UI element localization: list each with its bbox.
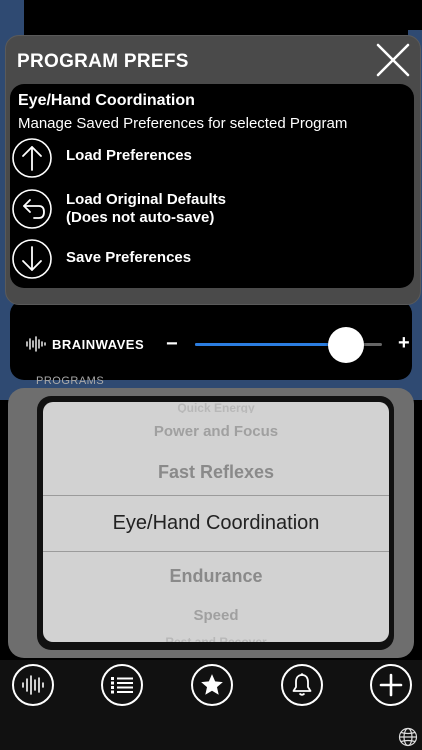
picker-item[interactable]: Speed (43, 607, 389, 624)
option-label: Load Preferences (66, 147, 192, 164)
plus-icon (379, 673, 403, 697)
arrow-up-circle-icon (12, 138, 52, 178)
brainwaves-decrease-button[interactable]: − (166, 333, 178, 356)
modal-title: PROGRAM PREFS (17, 51, 189, 72)
waveform-icon (22, 675, 44, 695)
close-icon[interactable] (374, 41, 412, 79)
card-subtitle: Manage Saved Preferences for selected Pr… (18, 115, 348, 132)
picker-item[interactable]: Power and Focus (43, 423, 389, 440)
picker-item[interactable]: Fast Reflexes (43, 462, 389, 483)
picker-item-selected[interactable]: Eye/Hand Coordination (43, 512, 389, 535)
picker-selection-line-top (43, 495, 389, 496)
picker-item[interactable]: Quick Energy (43, 403, 389, 413)
program-name: Eye/Hand Coordination (18, 92, 195, 109)
load-original-defaults-button[interactable]: Load Original Defaults (Does not auto-sa… (12, 187, 407, 231)
tab-add[interactable] (370, 664, 412, 706)
globe-icon[interactable] (398, 727, 418, 747)
load-preferences-button[interactable]: Load Preferences (12, 136, 407, 180)
arrow-down-circle-icon (12, 239, 52, 279)
list-icon (111, 677, 133, 694)
save-preferences-button[interactable]: Save Preferences (12, 239, 407, 283)
tab-alerts[interactable] (281, 664, 323, 706)
star-icon (201, 674, 223, 695)
tab-waveform[interactable] (12, 664, 54, 706)
picker-item[interactable]: Endurance (43, 566, 389, 587)
option-sublabel: (Does not auto-save) (66, 209, 215, 226)
option-label: Save Preferences (66, 249, 192, 266)
picker-selection-line-bottom (43, 551, 389, 552)
option-label: Load Original Defaults (66, 191, 227, 208)
brainwaves-slider-fill (195, 343, 346, 346)
undo-arrow-circle-icon (12, 189, 52, 229)
brainwaves-increase-button[interactable]: + (398, 332, 410, 355)
bell-icon (292, 673, 312, 696)
tab-list[interactable] (101, 664, 143, 706)
brainwaves-label: BRAINWAVES (52, 337, 145, 352)
tab-favorites[interactable] (191, 664, 233, 706)
programs-picker[interactable]: Quick Energy Power and Focus Fast Reflex… (43, 402, 389, 642)
picker-item[interactable]: Rest and Recover (43, 632, 389, 642)
brainwaves-slider-thumb[interactable] (328, 327, 364, 363)
waveform-icon (26, 336, 46, 352)
programs-label: PROGRAMS (36, 375, 105, 387)
